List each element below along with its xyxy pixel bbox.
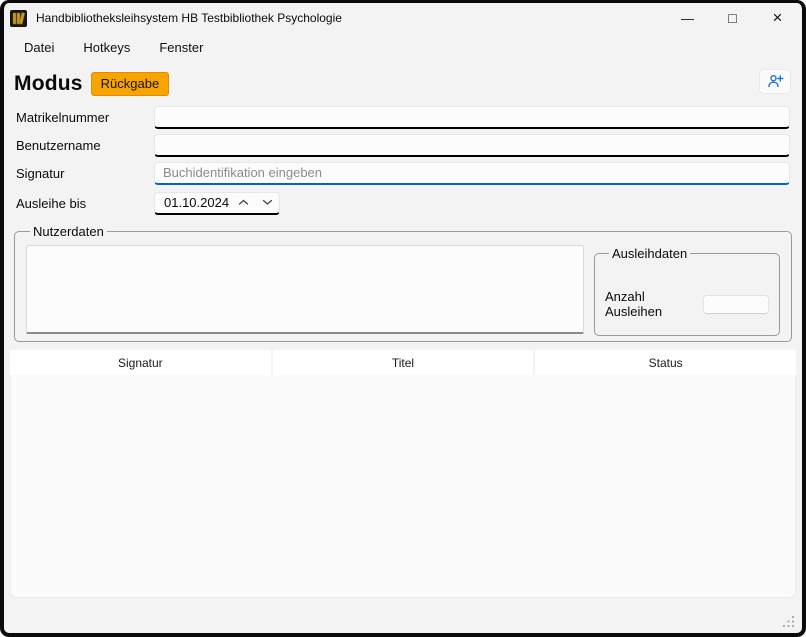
nutzerdaten-groupbox: Nutzerdaten Ausleihdaten Anzahl Ausleihe… (14, 224, 792, 342)
table-body-empty (10, 375, 796, 598)
maximize-button[interactable]: □ (710, 4, 755, 32)
column-header-status[interactable]: Status (535, 350, 796, 375)
field-row-matrikelnummer: Matrikelnummer (16, 106, 790, 128)
column-header-signatur[interactable]: Signatur (10, 350, 271, 375)
ausleihe-bis-date-spinner[interactable]: 01.10.2024 (154, 192, 280, 215)
ausleihe-bis-value: 01.10.2024 (155, 195, 231, 210)
person-plus-icon (767, 74, 784, 89)
anzahl-ausleihen-label: Anzahl Ausleihen (605, 289, 703, 319)
anzahl-row: Anzahl Ausleihen (605, 289, 769, 319)
app-window: Handbibliotheksleihsystem HB Testbibliot… (0, 0, 806, 637)
table-header-row: Signatur Titel Status (10, 350, 796, 375)
results-table: Signatur Titel Status (10, 350, 796, 598)
form-fields: Matrikelnummer Benutzername Signatur Aus… (4, 104, 802, 214)
menu-item-fenster[interactable]: Fenster (157, 37, 205, 58)
ausleihe-bis-label: Ausleihe bis (16, 196, 154, 211)
ausleihdaten-groupbox: Ausleihdaten Anzahl Ausleihen (594, 246, 780, 336)
field-row-signatur: Signatur (16, 162, 790, 184)
nutzerdaten-textarea[interactable] (26, 245, 584, 334)
menu-item-datei[interactable]: Datei (22, 37, 56, 58)
app-books-icon (10, 10, 27, 27)
spinner-up-button[interactable] (231, 193, 255, 213)
matrikelnummer-label: Matrikelnummer (16, 110, 154, 125)
benutzername-label: Benutzername (16, 138, 154, 153)
resize-grip[interactable] (782, 615, 795, 628)
menu-bar: Datei Hotkeys Fenster (4, 33, 802, 62)
matrikelnummer-input[interactable] (154, 106, 790, 129)
column-header-titel[interactable]: Titel (273, 350, 534, 375)
mode-title: Modus (14, 72, 83, 96)
window-controls: — □ × (665, 3, 800, 33)
add-user-button[interactable] (759, 69, 791, 94)
ausleihdaten-legend: Ausleihdaten (609, 246, 690, 261)
close-button[interactable]: × (755, 4, 800, 32)
field-row-ausleihe-bis: Ausleihe bis 01.10.2024 (16, 192, 790, 214)
signatur-label: Signatur (16, 166, 154, 181)
minimize-button[interactable]: — (665, 4, 710, 32)
window-title: Handbibliotheksleihsystem HB Testbibliot… (36, 11, 342, 25)
title-bar: Handbibliotheksleihsystem HB Testbibliot… (4, 3, 802, 33)
benutzername-input[interactable] (154, 134, 790, 157)
spinner-down-button[interactable] (255, 193, 279, 213)
anzahl-ausleihen-input[interactable] (703, 295, 769, 314)
chevron-up-icon (238, 199, 249, 206)
chevron-down-icon (262, 199, 273, 206)
menu-item-hotkeys[interactable]: Hotkeys (81, 37, 132, 58)
field-row-benutzername: Benutzername (16, 134, 790, 156)
mode-badge[interactable]: Rückgabe (91, 72, 170, 96)
signatur-input[interactable] (154, 162, 790, 185)
mode-header: Modus Rückgabe (4, 64, 802, 104)
nutzerdaten-legend: Nutzerdaten (30, 224, 107, 239)
